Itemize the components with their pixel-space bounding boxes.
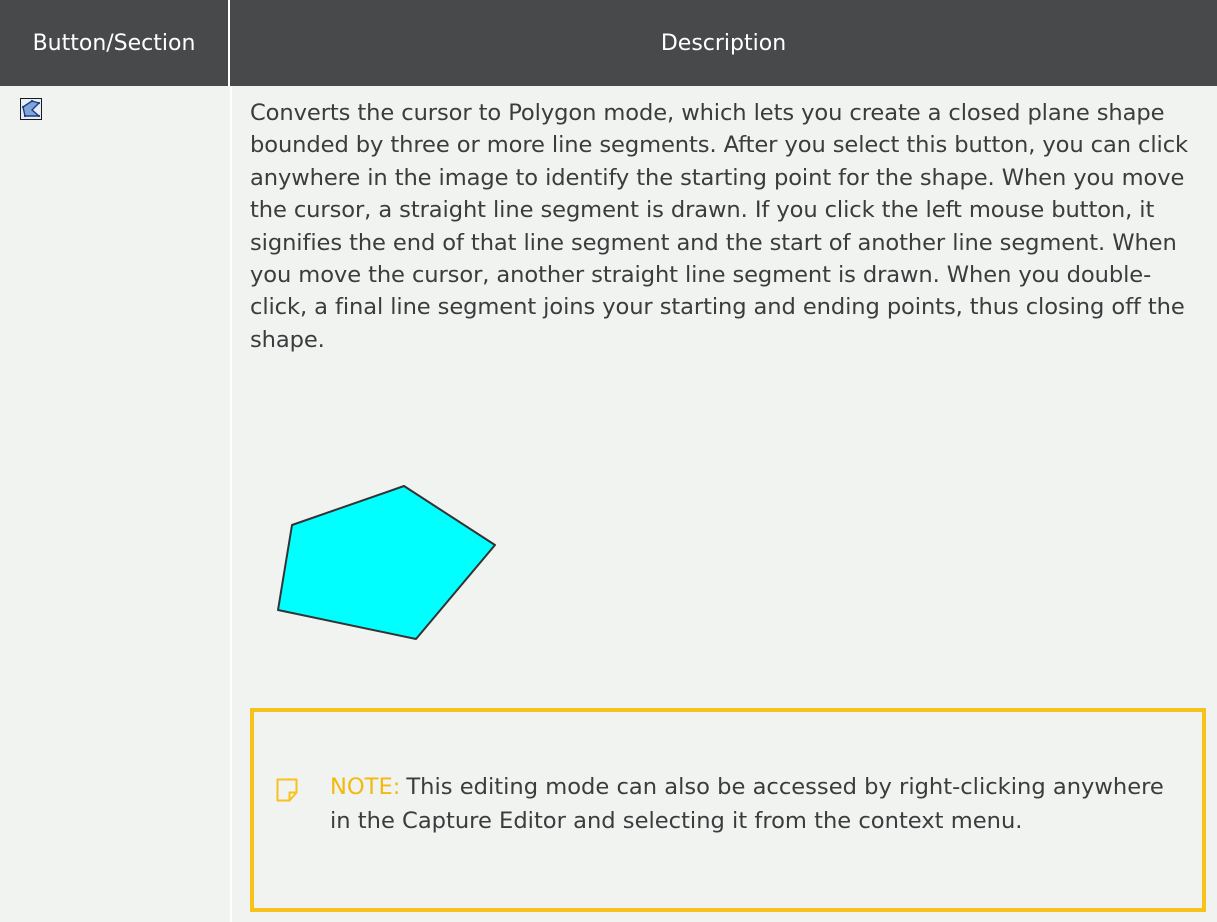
header-description-label: Description bbox=[660, 30, 787, 56]
pentagon-shape bbox=[277, 485, 496, 640]
polygon-tool-icon bbox=[20, 98, 42, 120]
button-description-table: Button/Section Description Converts the … bbox=[0, 0, 1217, 922]
header-button-section-label: Button/Section bbox=[32, 30, 196, 56]
note-text: NOTE: This editing mode can also be acces… bbox=[330, 770, 1190, 838]
column-divider bbox=[230, 86, 232, 922]
header-button-section: Button/Section bbox=[0, 0, 230, 86]
header-description: Description bbox=[230, 0, 1217, 86]
polygon-description: Converts the cursor to Polygon mode, whi… bbox=[250, 100, 1189, 353]
pentagon-example-figure bbox=[277, 485, 496, 640]
note-label: NOTE: bbox=[330, 774, 401, 800]
note-body: This editing mode can also be accessed b… bbox=[330, 774, 1164, 834]
note-callout: NOTE: This editing mode can also be acces… bbox=[250, 708, 1206, 912]
table-header-row: Button/Section Description bbox=[0, 0, 1217, 86]
note-icon bbox=[276, 778, 298, 802]
